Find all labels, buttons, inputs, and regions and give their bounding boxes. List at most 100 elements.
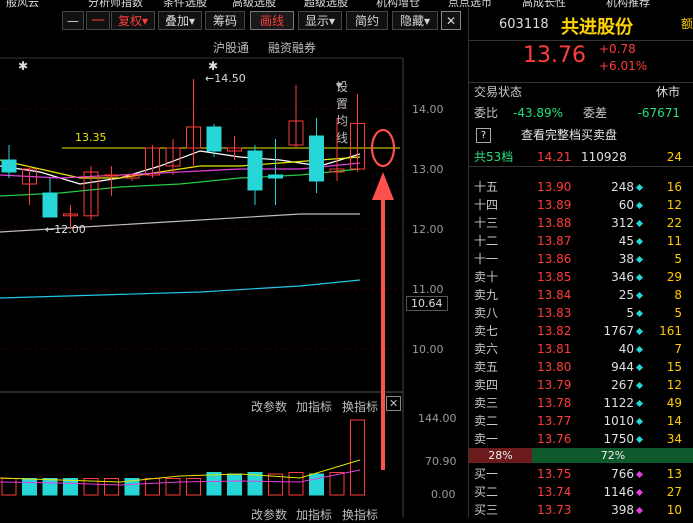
close-icon[interactable]: ✕ (386, 396, 402, 411)
order-level-row[interactable]: 十五 13.90 248 16 (469, 178, 693, 196)
order-level-row[interactable]: 卖九 13.84 25 8 (469, 286, 693, 304)
level-price: 13.87 (537, 234, 572, 248)
level-price: 13.86 (537, 252, 572, 266)
level-volume: 60 (618, 198, 634, 212)
add-indicator-button[interactable]: 加指标 (296, 398, 332, 415)
order-level-row[interactable]: 卖六 13.81 40 7 (469, 340, 693, 358)
volume-bar (247, 472, 263, 496)
volume-bar (288, 472, 304, 496)
order-level-row[interactable]: 卖十 13.85 346 29 (469, 268, 693, 286)
order-level-row[interactable]: 卖一 13.76 1750 34 (469, 430, 693, 448)
level-volume: 1146 (603, 485, 634, 499)
change-param-button[interactable]: 改参数 (251, 506, 287, 523)
quote-panel: 603118 共进股份 额 13.76 +0.78 +6.01% 交易状态 休市… (468, 8, 693, 517)
order-level-row[interactable]: 卖八 13.83 5 5 (469, 304, 693, 322)
level-count: 49 (666, 396, 682, 410)
y-tick-label: 11.00 (412, 283, 444, 296)
level-count: 11 (666, 234, 682, 248)
level-count: 5 (674, 306, 682, 320)
help-icon: ? (476, 128, 491, 143)
order-ratio-bar: 28% 72% (469, 448, 693, 463)
level-volume: 1750 (603, 432, 634, 446)
level-label: 卖九 (474, 288, 499, 302)
order-level-row[interactable]: 买二 13.74 1146 27 (469, 483, 693, 501)
order-level-row[interactable]: 十二 13.87 45 11 (469, 232, 693, 250)
order-level-row[interactable]: 卖五 13.80 944 15 (469, 358, 693, 376)
level-volume: 38 (618, 252, 634, 266)
order-level-row[interactable]: 十三 13.88 312 22 (469, 214, 693, 232)
order-level-row[interactable]: 卖二 13.77 1010 14 (469, 412, 693, 430)
order-level-row[interactable]: 卖三 13.78 1122 49 (469, 394, 693, 412)
level-label: 十二 (474, 234, 499, 248)
order-level-row[interactable]: 卖四 13.79 267 12 (469, 376, 693, 394)
level-price: 13.84 (537, 288, 572, 302)
levels-row: 共53档 14.21 110928 24 (469, 148, 693, 167)
level-price: 13.81 (537, 342, 572, 356)
candle-series (1, 79, 365, 229)
level-volume: 45 (618, 234, 634, 248)
order-level-row[interactable]: 十四 13.89 60 12 (469, 196, 693, 214)
switch-indicator-button[interactable]: 换指标 (342, 506, 378, 523)
kline-chart[interactable]: ←14.50 ←12.00 13.35 ✱ ✱ (0, 0, 468, 517)
stock-header: 603118 共进股份 额 (469, 8, 693, 41)
level-label: 买二 (474, 485, 499, 499)
volume-bar (165, 478, 181, 496)
trade-status-value: 休市 (655, 85, 680, 99)
level-label: 卖七 (474, 324, 499, 338)
vol-axis-mid: 70.90 (425, 455, 457, 468)
levels-price: 14.21 (537, 150, 572, 164)
vol-axis-top: 144.00 (418, 412, 457, 425)
levels-label: 共53档 (474, 150, 514, 164)
level-volume: 25 (618, 288, 634, 302)
level-label: 卖五 (474, 360, 499, 374)
level-volume: 398 (611, 503, 634, 517)
star-icon: ✱ (208, 59, 218, 73)
order-level-row[interactable]: 卖七 13.82 1767 161 (469, 322, 693, 340)
level-volume: 267 (611, 378, 634, 392)
level-label: 买三 (474, 503, 499, 517)
last-price: 13.76 (523, 43, 586, 68)
level-count: 8 (674, 288, 682, 302)
level-price: 13.76 (537, 432, 572, 446)
add-indicator-button[interactable]: 加指标 (296, 506, 332, 523)
change-param-button[interactable]: 改参数 (251, 398, 287, 415)
level-count: 14 (666, 414, 682, 428)
level-price: 13.74 (537, 485, 572, 499)
level-count: 7 (674, 342, 682, 356)
full-book-link[interactable]: 查看完整档买卖盘 (521, 126, 617, 144)
level-volume: 1767 (603, 324, 634, 338)
volume-bar (309, 473, 324, 496)
trade-status-row: 交易状态 休市 (469, 82, 693, 101)
high-label: ←14.50 (205, 72, 246, 85)
level-label: 十四 (474, 198, 499, 212)
level-volume: 248 (611, 180, 634, 194)
level-price: 13.75 (537, 467, 572, 481)
level-price: 13.77 (537, 414, 572, 428)
volume-bar (22, 478, 37, 496)
level-count: 13 (666, 467, 682, 481)
switch-indicator-button[interactable]: 换指标 (342, 398, 378, 415)
level-label: 十三 (474, 216, 499, 230)
menu-item[interactable]: 高成长性 (522, 0, 566, 8)
level-label: 卖三 (474, 396, 499, 410)
level-price: 13.79 (537, 378, 572, 392)
full-book-row[interactable]: ? 查看完整档买卖盘 (469, 126, 693, 144)
level-count: 34 (666, 432, 682, 446)
order-level-row[interactable]: 十一 13.86 38 5 (469, 250, 693, 268)
price-change-pct: +6.01% (599, 59, 648, 73)
order-level-row[interactable]: 买三 13.73 398 10 (469, 501, 693, 519)
webi-row: 委比 -43.89% 委差 -67671 (469, 104, 693, 122)
menu-item[interactable]: 机构推荐 (606, 0, 650, 8)
candle-body (1, 159, 17, 173)
order-level-row[interactable]: 买一 13.75 766 13 (469, 465, 693, 483)
ref-line-label: 13.35 (75, 131, 107, 144)
level-label: 卖八 (474, 306, 499, 320)
current-price-box: 10.64 (406, 296, 448, 311)
level-price: 13.90 (537, 180, 572, 194)
volume-bar (350, 419, 365, 496)
level-price: 13.88 (537, 216, 572, 230)
volume-bars (0, 419, 365, 496)
volume-bar (42, 478, 58, 496)
level-price: 13.73 (537, 503, 572, 517)
level-price: 13.80 (537, 360, 572, 374)
